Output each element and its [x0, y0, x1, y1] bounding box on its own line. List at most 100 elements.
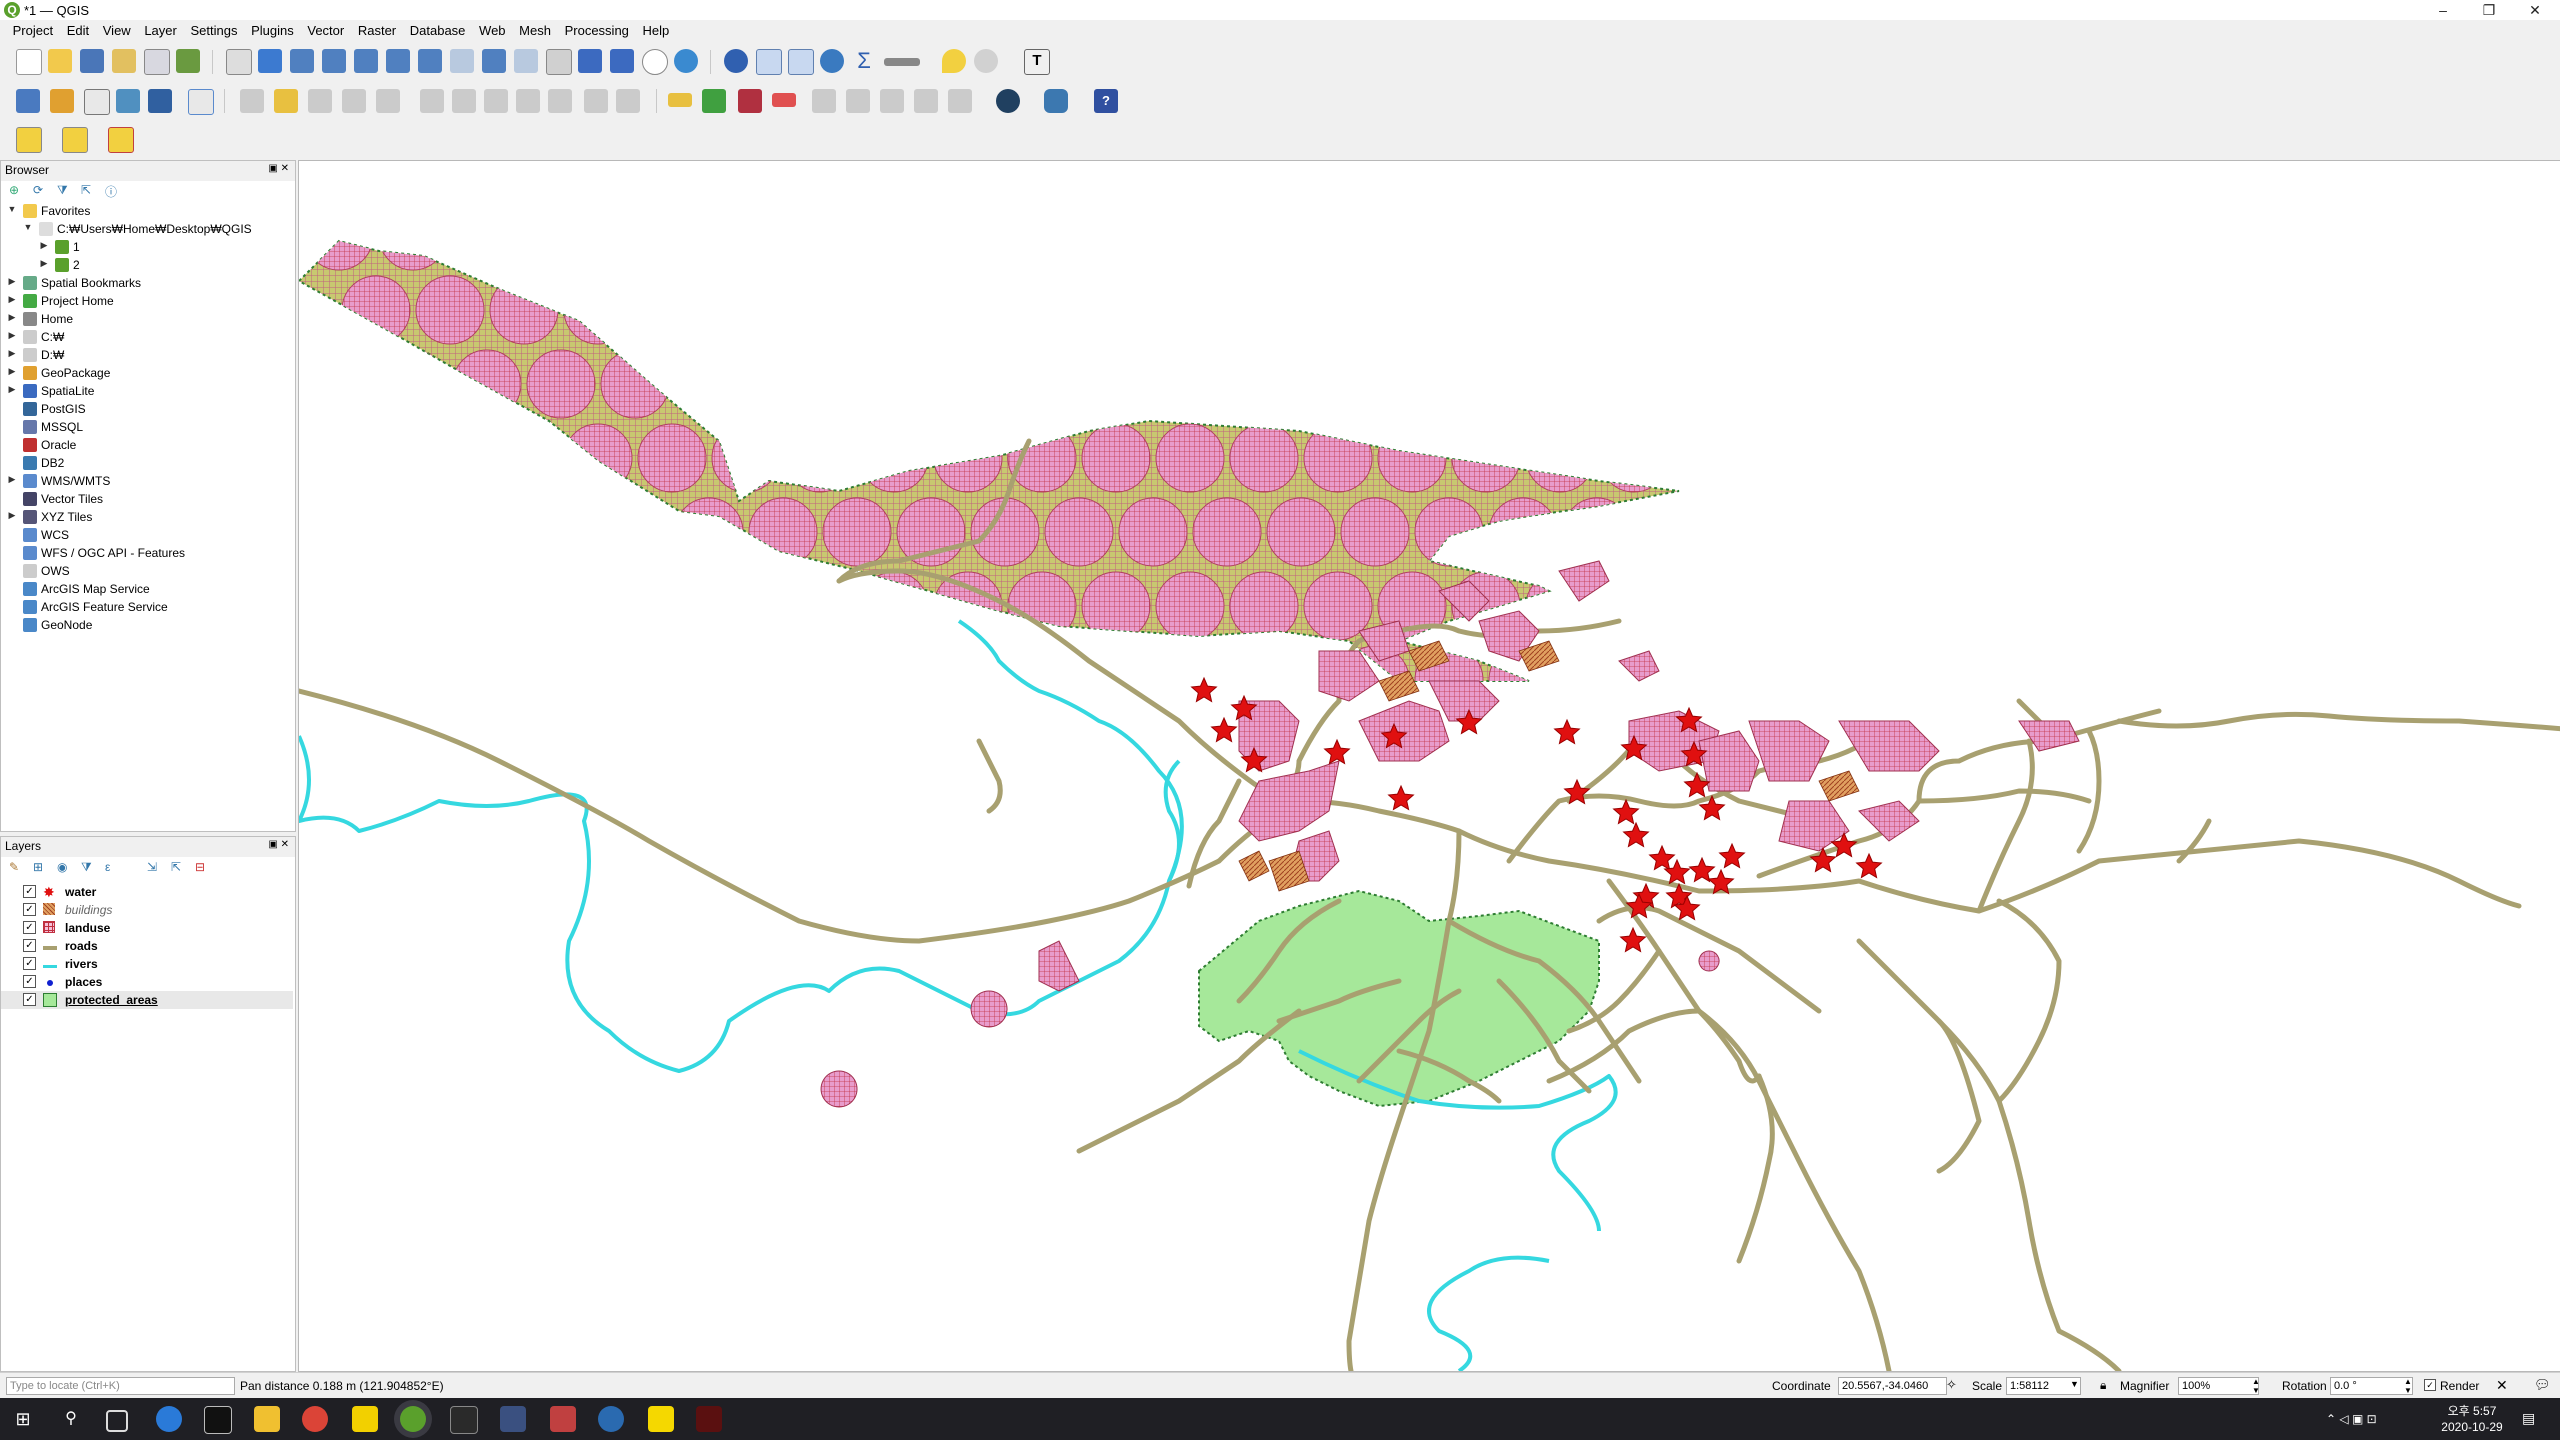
pan-to-selection-icon[interactable] — [258, 49, 282, 73]
browser-item[interactable]: WCS — [1, 526, 291, 544]
browser-item[interactable]: ▶ C:₩ — [1, 328, 291, 346]
open-project-icon[interactable] — [48, 49, 72, 73]
open-layer-styling-icon[interactable]: ✎ — [9, 860, 19, 878]
map-svg[interactable] — [296, 161, 2560, 1374]
menu-edit[interactable]: Edit — [62, 20, 94, 42]
messages-icon[interactable]: 💬︎ — [2534, 1377, 2551, 1393]
new-geopackage-layer-icon[interactable] — [50, 89, 74, 113]
qgis-taskbar-icon[interactable] — [400, 1406, 426, 1432]
layer-item-protected_areas[interactable]: ✓ protected_areas — [1, 991, 293, 1009]
chevron-down-icon[interactable]: ▼ — [2070, 1379, 2079, 1389]
zoom-layer-icon[interactable] — [418, 49, 442, 73]
chevron-right-icon[interactable]: ▶ — [7, 276, 17, 287]
python-console-icon[interactable] — [1044, 89, 1068, 113]
show-hide-labels-icon[interactable] — [846, 89, 870, 113]
browser-item[interactable]: OWS — [1, 562, 291, 580]
windows-start-icon[interactable]: ⊞ — [10, 1406, 36, 1432]
layer-item-landuse[interactable]: ✓ landuse — [1, 919, 293, 937]
minimize-button[interactable]: – — [2420, 0, 2466, 20]
move-label-icon[interactable] — [880, 89, 904, 113]
info-icon[interactable]: ⓘ — [105, 183, 117, 201]
redo-icon[interactable] — [616, 89, 640, 113]
browser-item[interactable]: ▶ D:₩ — [1, 346, 291, 364]
processing-toolbox-icon[interactable] — [820, 49, 844, 73]
menu-vector[interactable]: Vector — [302, 20, 349, 42]
no-crs-icon[interactable]: ✕ — [2496, 1377, 2508, 1394]
add-selected-layers-icon[interactable]: ⊕ — [9, 183, 19, 201]
chevron-right-icon[interactable]: ▶ — [7, 348, 17, 359]
delete-selected-icon[interactable] — [452, 89, 476, 113]
chevron-right-icon[interactable]: ▶ — [7, 294, 17, 305]
highlight-pinned-icon[interactable] — [812, 89, 836, 113]
manage-themes-icon[interactable]: ◉ — [57, 860, 67, 878]
pan-icon[interactable] — [226, 49, 252, 75]
network-app-icon[interactable] — [500, 1406, 526, 1432]
menu-database[interactable]: Database — [405, 20, 471, 42]
panel-close-icon[interactable]: ▣ ✕ — [268, 839, 289, 850]
browser-item[interactable]: ▶ SpatiaLite — [1, 382, 291, 400]
measure-icon[interactable] — [884, 58, 920, 66]
chevron-right-icon[interactable]: ▶ — [39, 258, 49, 269]
browser-item[interactable]: GeoNode — [1, 616, 291, 634]
browser-item[interactable]: ArcGIS Feature Service — [1, 598, 291, 616]
new-project-icon[interactable] — [16, 49, 42, 75]
layer-item-places[interactable]: ✓ places — [1, 973, 293, 991]
refresh-icon[interactable] — [674, 49, 698, 73]
browser-item[interactable]: ▶ XYZ Tiles — [1, 508, 291, 526]
search-icon[interactable]: ⚲ — [58, 1406, 84, 1432]
menu-help[interactable]: Help — [638, 20, 675, 42]
add-wms-layer-icon[interactable] — [148, 89, 172, 113]
menu-layer[interactable]: Layer — [139, 20, 182, 42]
app-window-icon[interactable] — [450, 1406, 478, 1434]
new-bookmark-icon[interactable] — [578, 49, 602, 73]
browser-item[interactable]: ArcGIS Map Service — [1, 580, 291, 598]
toggle-extents-icon[interactable]: ✧ — [1946, 1377, 1957, 1393]
close-button[interactable]: ✕ — [2512, 0, 2558, 20]
browser-item[interactable]: ▼ C:₩Users₩Home₩Desktop₩QGIS — [1, 220, 291, 238]
menu-plugins[interactable]: Plugins — [246, 20, 299, 42]
layer-item-buildings[interactable]: ✓ buildings — [1, 901, 293, 919]
terminal-icon[interactable] — [204, 1406, 232, 1434]
statistics-icon[interactable]: Σ — [852, 49, 876, 73]
identify-icon[interactable] — [724, 49, 748, 73]
collapse-all-icon[interactable]: ⇱ — [171, 860, 181, 878]
zoom-full-icon[interactable] — [354, 49, 378, 73]
vertex-tool-icon[interactable] — [376, 89, 400, 113]
browser-item[interactable]: ▼ Favorites — [1, 202, 291, 220]
filter-expression-icon[interactable]: ε — [105, 860, 110, 878]
data-source-manager-icon[interactable] — [16, 89, 40, 113]
chevron-right-icon[interactable]: ▶ — [7, 510, 17, 521]
zoom-next-icon[interactable] — [514, 49, 538, 73]
current-edits-icon[interactable] — [240, 89, 264, 113]
file-explorer-icon[interactable] — [254, 1406, 280, 1432]
notification-icon[interactable]: ▤ — [2522, 1410, 2535, 1427]
menu-raster[interactable]: Raster — [353, 20, 401, 42]
refresh-icon[interactable]: ⟳ — [33, 183, 43, 201]
field-calculator-icon[interactable] — [788, 49, 814, 75]
kakaotalk-icon[interactable] — [648, 1406, 674, 1432]
select-features-icon[interactable] — [16, 127, 42, 153]
menu-project[interactable]: Project — [8, 20, 58, 42]
rotation-field[interactable]: 0.0 ° — [2330, 1377, 2413, 1395]
cut-features-icon[interactable] — [484, 89, 508, 113]
locate-input[interactable]: Type to locate (Ctrl+K) — [6, 1377, 235, 1395]
map-tips-icon[interactable] — [942, 49, 966, 73]
collapse-all-icon[interactable]: ⇱ — [81, 183, 91, 201]
paste-features-icon[interactable] — [548, 89, 572, 113]
chevron-right-icon[interactable]: ▶ — [7, 330, 17, 341]
georeferencer-icon[interactable] — [996, 89, 1020, 113]
sticky-notes-icon[interactable] — [352, 1406, 378, 1432]
browser-item[interactable]: Oracle — [1, 436, 291, 454]
lock-icon[interactable]: 🔒︎ — [2100, 1378, 2106, 1393]
layer-item-water[interactable]: ✓ ✸ water — [1, 883, 293, 901]
menu-settings[interactable]: Settings — [185, 20, 242, 42]
rotate-label-icon[interactable] — [914, 89, 938, 113]
menu-view[interactable]: View — [98, 20, 136, 42]
panel-close-icon[interactable]: ▣ ✕ — [268, 163, 289, 174]
new-print-layout-icon[interactable] — [112, 49, 136, 73]
task-view-icon[interactable] — [106, 1410, 128, 1432]
browser-item[interactable]: DB2 — [1, 454, 291, 472]
remove-layer-icon[interactable]: ⊟ — [195, 860, 205, 878]
chevron-right-icon[interactable]: ▶ — [7, 312, 17, 323]
help-icon[interactable]: ? — [1094, 89, 1118, 113]
